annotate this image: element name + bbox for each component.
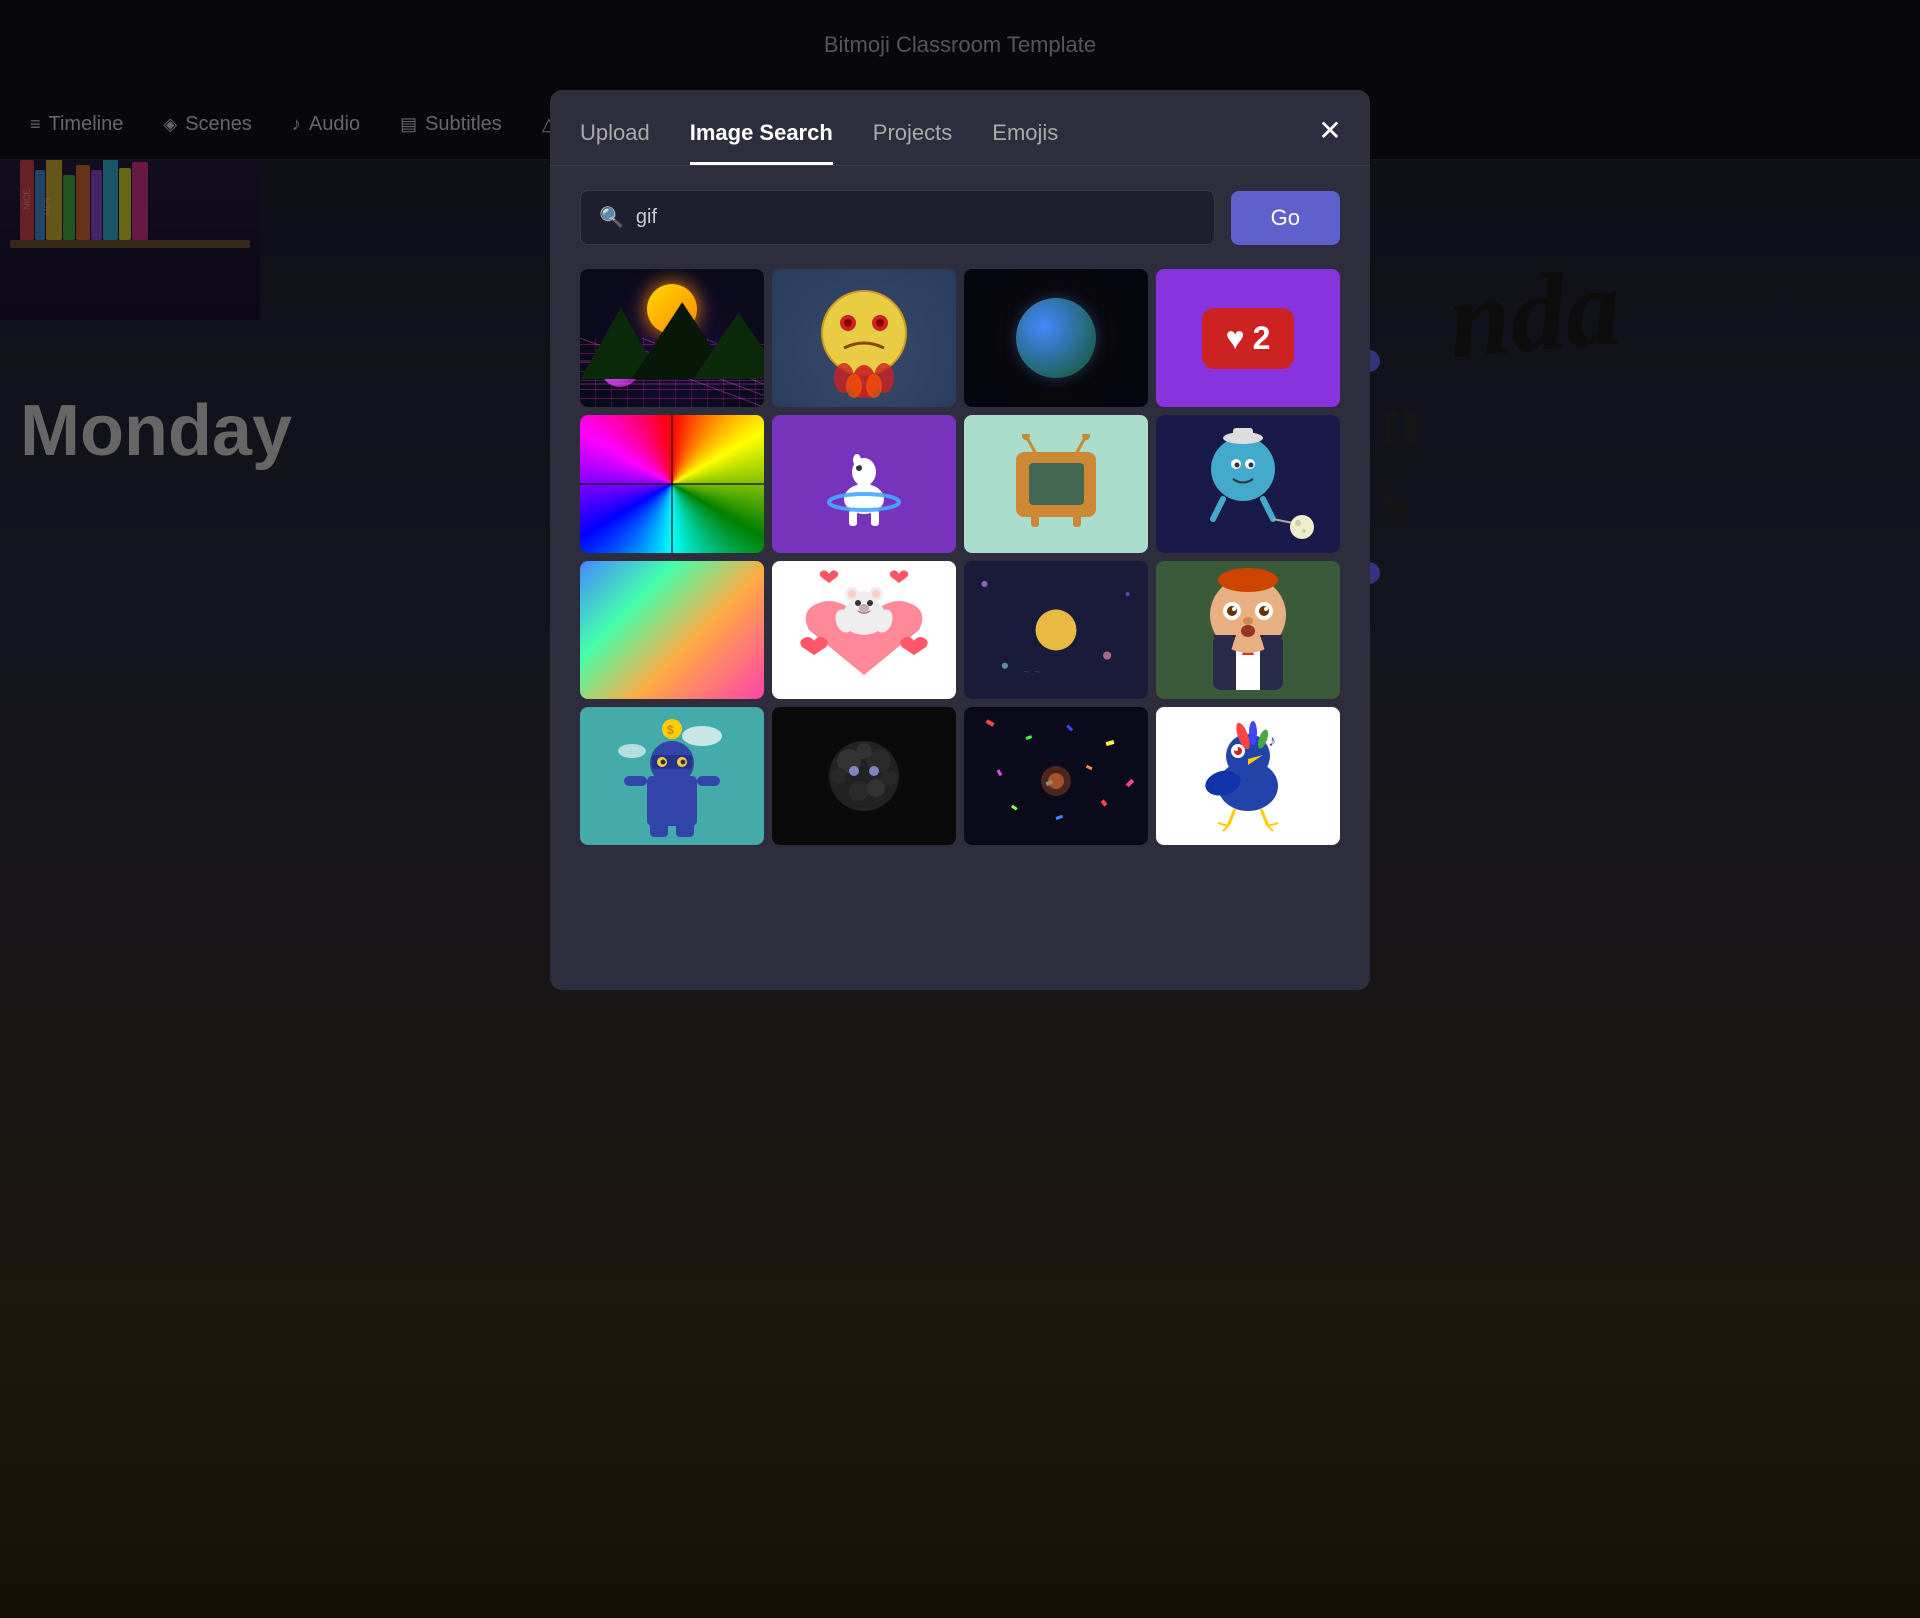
image-item-11[interactable]: ~ ~ <box>964 561 1148 699</box>
image-thumb-10 <box>772 561 956 699</box>
heart-count: 2 <box>1253 320 1271 357</box>
close-button[interactable]: ✕ <box>1310 110 1350 150</box>
search-input-wrapper[interactable]: 🔍 <box>580 190 1215 245</box>
tv-legs <box>1031 517 1081 527</box>
search-icon: 🔍 <box>599 205 624 230</box>
heart-icon: ♥ <box>1226 320 1245 357</box>
image-item-3[interactable] <box>964 269 1148 407</box>
image-search-modal: Upload Image Search Projects Emojis ✕ 🔍 … <box>550 90 1370 990</box>
image-thumb-5 <box>580 415 764 553</box>
image-thumb-9 <box>580 561 764 699</box>
search-input[interactable] <box>636 206 1196 229</box>
image-item-5[interactable] <box>580 415 764 553</box>
image-item-13[interactable]: $ <box>580 707 764 845</box>
image-item-10[interactable] <box>772 561 956 699</box>
tab-upload[interactable]: Upload <box>580 120 650 165</box>
image-thumb-2 <box>772 269 956 407</box>
search-area: 🔍 Go <box>550 166 1370 269</box>
image-thumb-3 <box>964 269 1148 407</box>
image-thumb-15 <box>964 707 1148 845</box>
image-item-9[interactable] <box>580 561 764 699</box>
image-thumb-16: ♪ <box>1156 707 1340 845</box>
tv-body <box>1016 452 1096 517</box>
image-thumb-8 <box>1156 415 1340 553</box>
image-item-7[interactable] <box>964 415 1148 553</box>
svg-text:~ ~: ~ ~ <box>1023 665 1041 679</box>
image-item-1[interactable] <box>580 269 764 407</box>
heart-notification: ♥ 2 <box>1202 308 1295 369</box>
image-item-8[interactable] <box>1156 415 1340 553</box>
image-thumb-1 <box>580 269 764 407</box>
tab-projects[interactable]: Projects <box>873 120 952 165</box>
image-item-14[interactable] <box>772 707 956 845</box>
modal-overlay: Upload Image Search Projects Emojis ✕ 🔍 … <box>0 0 1920 1618</box>
image-thumb-6 <box>772 415 956 553</box>
image-thumb-12 <box>1156 561 1340 699</box>
image-item-16[interactable]: ♪ <box>1156 707 1340 845</box>
image-thumb-14 <box>772 707 956 845</box>
image-grid: ♥ 2 <box>550 269 1370 875</box>
tab-emojis[interactable]: Emojis <box>992 120 1058 165</box>
image-item-12[interactable] <box>1156 561 1340 699</box>
tv-screen <box>1029 463 1084 505</box>
image-thumb-7 <box>964 415 1148 553</box>
tab-image-search[interactable]: Image Search <box>690 120 833 165</box>
image-item-15[interactable] <box>964 707 1148 845</box>
image-item-6[interactable] <box>772 415 956 553</box>
earth-ball <box>1016 298 1096 378</box>
image-item-2[interactable] <box>772 269 956 407</box>
svg-text:♪: ♪ <box>1268 733 1276 750</box>
modal-tab-bar: Upload Image Search Projects Emojis <box>550 90 1370 166</box>
svg-text:$: $ <box>667 723 674 737</box>
image-thumb-13: $ <box>580 707 764 845</box>
tv-leg-left <box>1031 517 1039 527</box>
tv-leg-right <box>1073 517 1081 527</box>
go-button[interactable]: Go <box>1231 191 1340 245</box>
image-item-4[interactable]: ♥ 2 <box>1156 269 1340 407</box>
image-thumb-4: ♥ 2 <box>1156 269 1340 407</box>
image-thumb-11: ~ ~ <box>964 561 1148 699</box>
